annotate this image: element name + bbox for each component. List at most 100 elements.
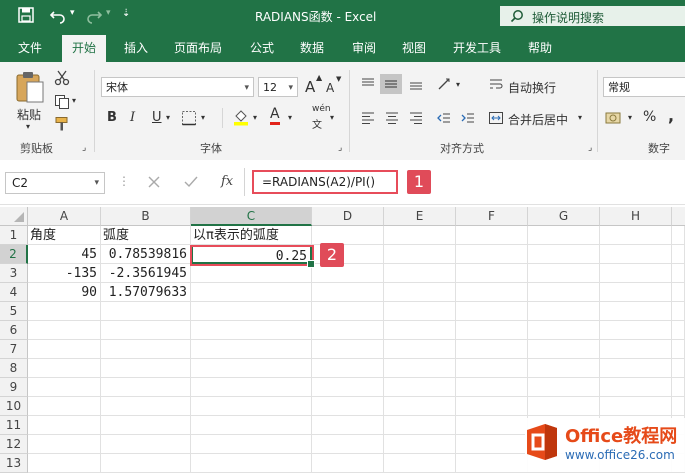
grid-cell[interactable] — [312, 321, 384, 340]
tab-help[interactable]: 帮助 — [528, 39, 552, 56]
grid-cell[interactable] — [672, 321, 685, 340]
grid-cell[interactable] — [312, 454, 384, 473]
grid-cell[interactable] — [384, 340, 456, 359]
wrap-text-button[interactable]: 自动换行 — [508, 79, 556, 96]
grid-cell[interactable] — [101, 340, 191, 359]
grid-cell[interactable] — [456, 302, 528, 321]
tab-formulas[interactable]: 公式 — [250, 39, 274, 56]
clipboard-launcher-icon[interactable]: ⌟ — [82, 143, 86, 153]
row-header-13[interactable]: 13 — [0, 454, 28, 473]
alignment-launcher-icon[interactable]: ⌟ — [588, 143, 592, 153]
cell-b2[interactable]: 0.78539816 — [101, 245, 191, 264]
align-bottom-icon[interactable] — [408, 76, 424, 92]
grid-cell[interactable] — [672, 359, 685, 378]
formula-input[interactable]: =RADIANS(A2)/PI() — [252, 170, 398, 194]
cell-a4[interactable]: 90 — [28, 283, 101, 302]
decrease-indent-icon[interactable] — [436, 110, 452, 126]
grid-cell[interactable] — [456, 283, 528, 302]
grid-cell[interactable] — [384, 416, 456, 435]
column-header-e[interactable]: E — [384, 207, 456, 226]
grid-cell[interactable] — [456, 226, 528, 245]
grid-cell[interactable] — [384, 264, 456, 283]
italic-button[interactable]: I — [130, 110, 135, 125]
grid-cell[interactable] — [528, 359, 600, 378]
grid-cell[interactable] — [600, 283, 672, 302]
grid-cell[interactable] — [101, 321, 191, 340]
format-painter-icon[interactable] — [54, 116, 70, 132]
grid-cell[interactable] — [101, 302, 191, 321]
grid-cell[interactable] — [191, 378, 312, 397]
save-icon[interactable] — [18, 7, 34, 23]
grid-cell[interactable] — [456, 321, 528, 340]
paste-dropdown-icon[interactable]: ▾ — [26, 122, 30, 131]
grid-cell[interactable] — [528, 226, 600, 245]
grid-cell[interactable] — [101, 416, 191, 435]
phonetic-guide-icon[interactable]: 文 — [312, 116, 322, 131]
grid-cell[interactable] — [456, 454, 528, 473]
tab-view[interactable]: 视图 — [402, 39, 426, 56]
tab-review[interactable]: 审阅 — [352, 39, 376, 56]
grid-cell[interactable] — [312, 397, 384, 416]
customize-qat-icon[interactable]: ⇣ — [122, 8, 130, 19]
wrap-text-icon[interactable] — [488, 76, 504, 92]
paste-button-label[interactable]: 粘贴 — [17, 106, 41, 123]
grid-cell[interactable] — [384, 283, 456, 302]
align-left-icon[interactable] — [360, 110, 376, 126]
fill-handle[interactable] — [307, 260, 315, 268]
borders-icon[interactable] — [181, 110, 197, 126]
undo-icon[interactable] — [50, 8, 66, 24]
grid-cell[interactable] — [456, 397, 528, 416]
grid-cell[interactable] — [384, 435, 456, 454]
increase-indent-icon[interactable] — [460, 110, 476, 126]
grid-cell[interactable] — [672, 226, 685, 245]
grid-cell[interactable] — [528, 302, 600, 321]
grid-cell[interactable] — [191, 340, 312, 359]
undo-dropdown-icon[interactable]: ▾ — [70, 8, 75, 18]
cut-icon[interactable] — [54, 70, 70, 86]
grid-cell[interactable] — [456, 340, 528, 359]
grid-cell[interactable] — [384, 302, 456, 321]
grid-cell[interactable] — [191, 397, 312, 416]
row-header-9[interactable]: 9 — [0, 378, 28, 397]
row-header-6[interactable]: 6 — [0, 321, 28, 340]
grid-cell[interactable] — [312, 435, 384, 454]
column-header-f[interactable]: F — [456, 207, 528, 226]
copy-icon[interactable] — [54, 94, 70, 110]
font-color-dropdown-icon[interactable]: ▾ — [288, 113, 292, 122]
grid-cell[interactable] — [191, 435, 312, 454]
grid-cell[interactable] — [384, 397, 456, 416]
grid-cell[interactable] — [191, 321, 312, 340]
row-header-5[interactable]: 5 — [0, 302, 28, 321]
grid-cell[interactable] — [312, 302, 384, 321]
paste-icon[interactable] — [14, 70, 46, 104]
shrink-font-button[interactable]: A — [326, 81, 334, 95]
grid-cell[interactable] — [456, 359, 528, 378]
grid-cell[interactable] — [600, 397, 672, 416]
font-launcher-icon[interactable]: ⌟ — [338, 143, 342, 153]
cell-a2[interactable]: 45 — [28, 245, 101, 264]
grid-cell[interactable] — [312, 283, 384, 302]
grid-cell[interactable] — [384, 226, 456, 245]
row-header-4[interactable]: 4 — [0, 283, 28, 302]
tab-data[interactable]: 数据 — [300, 39, 324, 56]
column-header-g[interactable]: G — [528, 207, 600, 226]
row-header-12[interactable]: 12 — [0, 435, 28, 454]
font-size-combo[interactable]: 12 ▾ — [258, 77, 298, 97]
grid-cell[interactable] — [600, 321, 672, 340]
row-header-2[interactable]: 2 — [0, 245, 28, 264]
merge-center-button[interactable]: 合并后居中 — [508, 111, 568, 128]
tab-developer[interactable]: 开发工具 — [453, 39, 501, 56]
tab-home[interactable]: 开始 — [62, 35, 107, 62]
grid-cell[interactable] — [312, 340, 384, 359]
column-header-h[interactable]: H — [600, 207, 672, 226]
cell-b1[interactable]: 弧度 — [101, 226, 191, 245]
row-header-1[interactable]: 1 — [0, 226, 28, 245]
grid-cell[interactable] — [28, 397, 101, 416]
grid-cell[interactable] — [528, 283, 600, 302]
grid-cell[interactable] — [600, 245, 672, 264]
row-header-10[interactable]: 10 — [0, 397, 28, 416]
grid-cell[interactable] — [384, 245, 456, 264]
accounting-dropdown-icon[interactable]: ▾ — [628, 113, 632, 122]
grid-cell[interactable] — [28, 340, 101, 359]
grid-cell[interactable] — [28, 435, 101, 454]
